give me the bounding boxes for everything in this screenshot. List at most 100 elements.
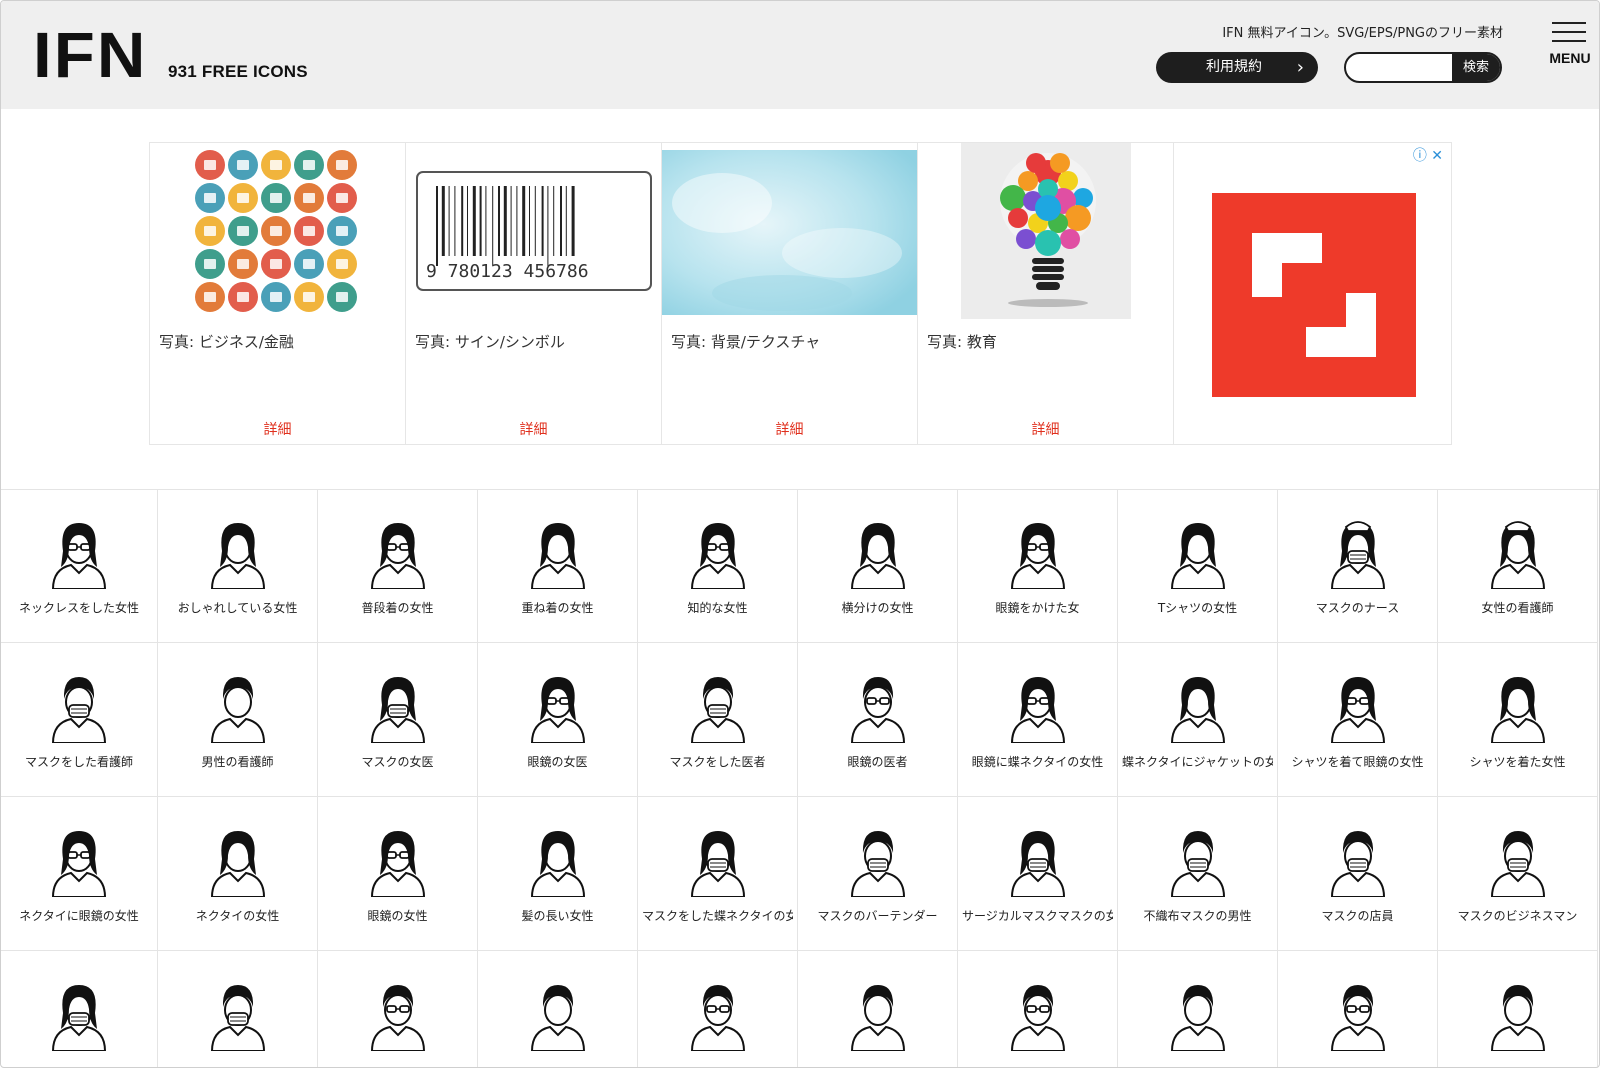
- ad-detail-link[interactable]: 詳細: [918, 419, 1173, 439]
- icon-tile[interactable]: マスクのナース: [1278, 489, 1438, 643]
- woman-mask-icon: [688, 825, 748, 898]
- woman-mask-icon: [49, 979, 109, 1052]
- page: IFN 931 FREE ICONS IFN 無料アイコン。SVG/EPS/PN…: [0, 0, 1600, 1068]
- icon-tile[interactable]: 不織布マスクの男性: [1118, 797, 1278, 951]
- man-mask-icon: [208, 979, 268, 1052]
- icon-tile[interactable]: 眼鏡の女医: [478, 643, 638, 797]
- woman-mask-icon: [368, 671, 428, 744]
- icon-tile[interactable]: [1118, 951, 1278, 1067]
- icon-tile[interactable]: [318, 951, 478, 1067]
- icon-tile[interactable]: 男性の看護師: [158, 643, 318, 797]
- ad-caption: 写真: サイン/シンボル: [415, 333, 565, 351]
- icon-tile[interactable]: サージカルマスクマスクの女性: [958, 797, 1118, 951]
- ad-detail-link[interactable]: 詳細: [150, 419, 405, 439]
- ad-detail-link[interactable]: 詳細: [662, 419, 917, 439]
- icon-tile[interactable]: [478, 951, 638, 1067]
- icon-tile[interactable]: おしゃれしている女性: [158, 489, 318, 643]
- icon-tile[interactable]: Tシャツの女性: [1118, 489, 1278, 643]
- man-mask-icon: [1328, 825, 1388, 898]
- icon-label: 眼鏡の医者: [847, 755, 908, 769]
- icon-tile[interactable]: 髪の長い女性: [478, 797, 638, 951]
- woman-glasses-icon: [1008, 517, 1068, 590]
- woman-icon: [848, 517, 908, 590]
- icon-tile[interactable]: [1, 951, 158, 1067]
- man-icon: [208, 671, 268, 744]
- icon-tile[interactable]: シャツを着た女性: [1438, 643, 1598, 797]
- man-icon: [1168, 979, 1228, 1052]
- ad-card-sign[interactable]: 9 780123 456786 写真: サイン/シンボル 詳細: [406, 143, 662, 444]
- ad-image-watercolor: [662, 143, 917, 323]
- icon-tile[interactable]: ネクタイに眼鏡の女性: [1, 797, 158, 951]
- icon-tile[interactable]: 眼鏡の女性: [318, 797, 478, 951]
- icon-tile[interactable]: [958, 951, 1118, 1067]
- hamburger-icon-bar: [1552, 40, 1586, 42]
- man-mask-icon: [848, 825, 908, 898]
- woman-glasses-icon: [368, 825, 428, 898]
- icon-tile[interactable]: マスクの女医: [318, 643, 478, 797]
- icon-tile[interactable]: 眼鏡の医者: [798, 643, 958, 797]
- icon-label: シャツを着て眼鏡の女性: [1291, 755, 1424, 769]
- icon-tile[interactable]: 蝶ネクタイにジャケットの女性: [1118, 643, 1278, 797]
- menu-label: MENU: [1549, 50, 1591, 66]
- terms-button[interactable]: 利用規約 ›: [1156, 52, 1318, 83]
- icon-tile[interactable]: 横分けの女性: [798, 489, 958, 643]
- ad-detail-link[interactable]: 詳細: [406, 419, 661, 439]
- icon-tile[interactable]: マスクのバーテンダー: [798, 797, 958, 951]
- ad-card-background[interactable]: 写真: 背景/テクスチャ 詳細: [662, 143, 918, 444]
- icon-tile[interactable]: 重ね着の女性: [478, 489, 638, 643]
- svg-text:9 780123 456786: 9 780123 456786: [426, 261, 589, 282]
- ad-caption: 写真: 教育: [927, 333, 997, 351]
- icon-label: ネクタイの女性: [195, 909, 280, 923]
- icon-tile[interactable]: [1438, 951, 1598, 1067]
- icon-tile[interactable]: ネックレスをした女性: [1, 489, 158, 643]
- icon-label: おしゃれしている女性: [177, 601, 298, 615]
- terms-label: 利用規約: [1206, 59, 1262, 75]
- icon-tile[interactable]: マスクのビジネスマン: [1438, 797, 1598, 951]
- icon-label: 不織布マスクの男性: [1143, 909, 1252, 923]
- woman-icon: [528, 825, 588, 898]
- woman-mask-icon: [1008, 825, 1068, 898]
- advertiser-logo[interactable]: [1212, 193, 1416, 397]
- icon-tile[interactable]: [158, 951, 318, 1067]
- icon-tile[interactable]: 普段着の女性: [318, 489, 478, 643]
- man-mask-icon: [688, 671, 748, 744]
- woman-glasses-icon: [1328, 671, 1388, 744]
- icon-tile[interactable]: マスクをした医者: [638, 643, 798, 797]
- icon-tile[interactable]: ネクタイの女性: [158, 797, 318, 951]
- site-logo[interactable]: IFN: [33, 15, 148, 95]
- icon-tile[interactable]: 眼鏡に蝶ネクタイの女性: [958, 643, 1118, 797]
- icon-tile[interactable]: シャツを着て眼鏡の女性: [1278, 643, 1438, 797]
- icon-tile[interactable]: 女性の看護師: [1438, 489, 1598, 643]
- woman-icon: [1168, 517, 1228, 590]
- icon-label: Tシャツの女性: [1157, 601, 1238, 615]
- icon-label: マスクのバーテンダー: [817, 909, 938, 923]
- search-form: 検索: [1344, 52, 1502, 83]
- icon-label: 女性の看護師: [1481, 601, 1554, 615]
- chevron-right-icon: ›: [1296, 57, 1304, 78]
- icon-label: ネクタイに眼鏡の女性: [19, 909, 139, 923]
- icon-tile[interactable]: [638, 951, 798, 1067]
- icon-label: マスクをした看護師: [24, 755, 133, 769]
- nurse-mask-icon: [1328, 517, 1388, 590]
- menu-button[interactable]: MENU: [1544, 20, 1596, 70]
- icon-tile[interactable]: [1278, 951, 1438, 1067]
- icon-label: 眼鏡の女性: [367, 909, 428, 923]
- icon-tile[interactable]: マスクをした看護師: [1, 643, 158, 797]
- icon-label: 蝶ネクタイにジャケットの女性: [1122, 755, 1273, 769]
- woman-glasses-icon: [688, 517, 748, 590]
- search-button[interactable]: 検索: [1452, 54, 1500, 81]
- icon-tile[interactable]: 眼鏡をかけた女: [958, 489, 1118, 643]
- icon-tile[interactable]: マスクをした蝶ネクタイの女性: [638, 797, 798, 951]
- icon-label: 横分けの女性: [841, 601, 914, 615]
- man-icon: [1488, 979, 1548, 1052]
- woman-glasses-icon: [1008, 671, 1068, 744]
- ad-card-business[interactable]: 写真: ビジネス/金融 詳細: [150, 143, 406, 444]
- ad-choices-close-icon[interactable]: ⓘ ✕: [1413, 145, 1443, 165]
- icon-tile[interactable]: 知的な女性: [638, 489, 798, 643]
- icon-tile[interactable]: マスクの店員: [1278, 797, 1438, 951]
- icon-tile[interactable]: [798, 951, 958, 1067]
- search-input[interactable]: [1346, 54, 1451, 81]
- icon-label: 眼鏡をかけた女: [995, 601, 1080, 615]
- ad-card-education[interactable]: 写真: 教育 詳細: [918, 143, 1174, 444]
- man-glasses-icon: [368, 979, 428, 1052]
